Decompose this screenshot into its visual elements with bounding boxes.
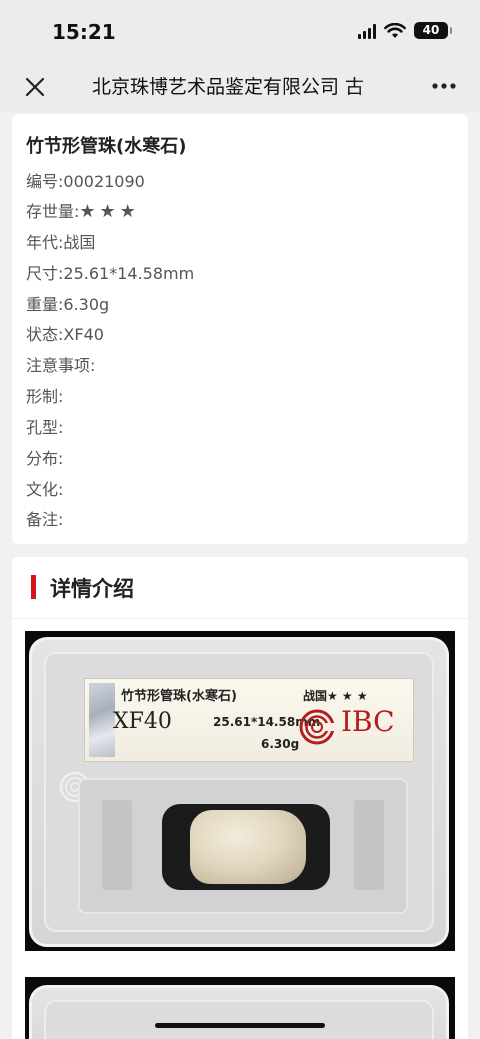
- field-rarity: 存世量:★★★: [26, 201, 140, 222]
- grading-slab: 竹节形管珠(水寒石) XF40 25.61*14.58mm 6.30g 战国★ …: [29, 637, 449, 947]
- wifi-icon: [384, 22, 406, 38]
- slab-inner-second: [44, 1000, 434, 1039]
- ibc-logo-icon: [299, 709, 335, 745]
- more-options-icon[interactable]: [430, 76, 458, 96]
- slab-label-brand: IBC: [341, 705, 395, 738]
- item-photo-second[interactable]: [25, 977, 455, 1039]
- grading-slab-second: [29, 985, 449, 1039]
- hologram-strip: [89, 683, 115, 757]
- slab-slot-right: [354, 800, 384, 890]
- field-remarks: 备注:: [26, 510, 64, 529]
- battery-icon: 40: [414, 22, 452, 39]
- close-icon[interactable]: [22, 74, 48, 100]
- status-time: 15:21: [52, 20, 116, 44]
- field-form: 形制:: [26, 387, 64, 406]
- details-heading: 详情介绍: [50, 577, 134, 601]
- slab-label: 竹节形管珠(水寒石) XF40 25.61*14.58mm 6.30g 战国★ …: [84, 678, 414, 762]
- details-header: 详情介绍: [12, 557, 468, 619]
- field-culture: 文化:: [26, 480, 64, 499]
- status-icons: 40: [358, 22, 452, 39]
- field-hole-type: 孔型:: [26, 418, 64, 437]
- slab-slot-left: [102, 800, 132, 890]
- slab-label-era: 战国★ ★ ★: [303, 689, 368, 703]
- field-condition: 状态:XF40: [26, 325, 104, 344]
- status-bar: 15:21 40: [0, 0, 480, 62]
- item-title: 竹节形管珠(水寒石): [26, 136, 187, 157]
- field-size: 尺寸:25.61*14.58mm: [26, 264, 195, 283]
- item-info-card: 竹节形管珠(水寒石) 编号:00021090 存世量:★★★ 年代:战国 尺寸:…: [12, 114, 468, 544]
- field-distribution: 分布:: [26, 449, 64, 468]
- item-photo[interactable]: 竹节形管珠(水寒石) XF40 25.61*14.58mm 6.30g 战国★ …: [25, 631, 455, 951]
- page-title: 北京珠博艺术品鉴定有限公司 古: [92, 76, 365, 98]
- field-serial: 编号:00021090: [26, 172, 145, 191]
- title-fade: [355, 72, 397, 102]
- details-card: 详情介绍 竹节形管珠(水寒石) XF40 25.61*14.58mm 6.30g…: [12, 557, 468, 1039]
- field-notes: 注意事项:: [26, 356, 96, 375]
- section-accent-bar: [31, 575, 36, 599]
- slab-label-name: 竹节形管珠(水寒石): [121, 689, 237, 704]
- bead-well: [78, 778, 408, 914]
- slab-label-grade: XF40: [113, 709, 172, 734]
- field-weight: 重量:6.30g: [26, 295, 110, 314]
- rarity-stars: ★★★: [79, 201, 140, 222]
- cellular-signal-icon: [358, 23, 376, 39]
- tube-bead: [190, 810, 306, 884]
- nav-bar: 北京珠博艺术品鉴定有限公司 古: [0, 62, 480, 112]
- field-era: 年代:战国: [26, 233, 96, 252]
- slab-label-weight: 6.30g: [261, 737, 300, 751]
- home-indicator[interactable]: [155, 1023, 325, 1028]
